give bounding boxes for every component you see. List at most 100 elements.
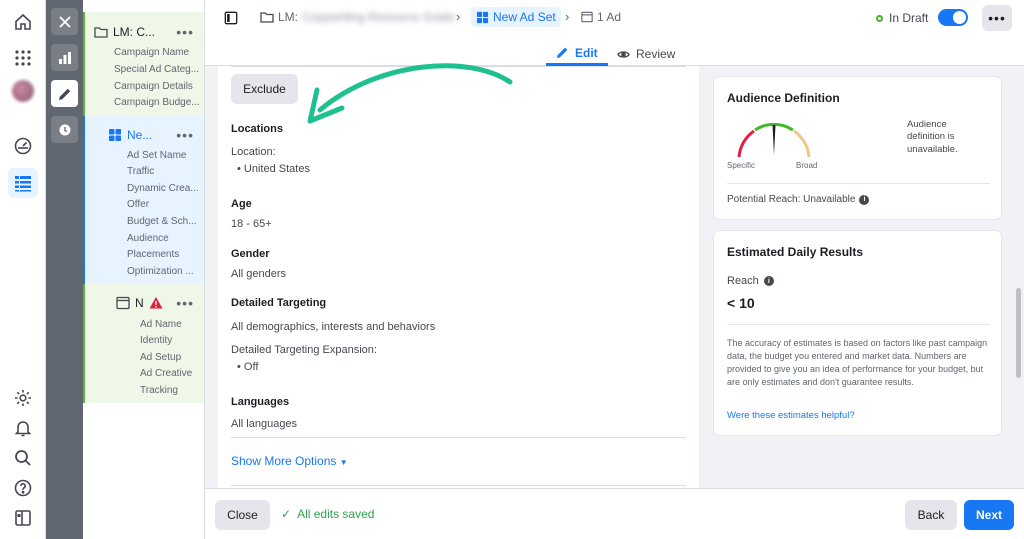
info-icon[interactable]: i — [763, 276, 774, 286]
grid-icon — [109, 129, 121, 141]
tree-ad-title: N — [135, 296, 144, 310]
help-icon[interactable] — [8, 473, 38, 503]
tree-item-optimization[interactable]: Optimization ... — [127, 266, 203, 277]
breadcrumb-ad[interactable]: 1 Ad — [581, 10, 621, 24]
show-more-options-link[interactable]: Show More Options ▼ — [231, 454, 348, 468]
next-button[interactable]: Next — [964, 500, 1014, 530]
draft-status-label: In Draft — [889, 11, 929, 25]
pencil-icon[interactable] — [51, 80, 78, 107]
detailed-targeting-value: All demographics, interests and behavior… — [231, 321, 436, 333]
tab-edit[interactable]: Edit — [546, 42, 608, 66]
tree-item-identity[interactable]: Identity — [140, 335, 202, 346]
tree-item-tracking[interactable]: Tracking — [140, 385, 202, 396]
reach-value: < 10 — [727, 295, 755, 311]
tree-item-ad-setup[interactable]: Ad Setup — [140, 352, 202, 363]
tab-review[interactable]: Review — [617, 42, 675, 66]
gauge-broad-label: Broad — [796, 161, 818, 170]
adset-toggle[interactable] — [938, 9, 968, 26]
save-status: ✓ All edits saved — [281, 507, 374, 521]
exclude-button[interactable]: Exclude — [231, 74, 298, 104]
tree-campaign-section[interactable]: LM: C... ••• Campaign Name Special Ad Ca… — [83, 12, 204, 120]
breadcrumb-adset-label: New Ad Set — [493, 10, 556, 24]
tree-item-dynamic-creative[interactable]: Dynamic Crea... — [127, 183, 203, 194]
tree-item-campaign-details[interactable]: Campaign Details — [114, 81, 202, 92]
tree-item-special-ad-categories[interactable]: Special Ad Categ... — [114, 64, 202, 75]
tree-item-placements[interactable]: Placements — [127, 249, 203, 260]
apps-grid-icon[interactable] — [8, 43, 38, 73]
breadcrumb-adset[interactable]: New Ad Set — [471, 7, 561, 27]
draft-status: In Draft — [876, 11, 928, 25]
close-button[interactable]: Close — [215, 500, 270, 530]
breadcrumb-campaign[interactable]: LM: Copywriting Resource Guide — [260, 10, 455, 24]
tree-ad-more-icon[interactable]: ••• — [176, 295, 194, 311]
tree-item-ad-name[interactable]: Ad Name — [140, 319, 202, 330]
audience-definition-title: Audience Definition — [727, 91, 840, 105]
tree-item-audience[interactable]: Audience — [127, 233, 203, 244]
estimated-results-card: Estimated Daily Results Reach i < 10 The… — [713, 230, 1002, 436]
ad-window-icon — [116, 296, 130, 310]
editor-footer: Close ✓ All edits saved Back Next — [205, 488, 1024, 539]
reach-label-row: Reach i — [727, 275, 774, 287]
dashboard-icon[interactable] — [8, 131, 38, 161]
tree-adset-more-icon[interactable]: ••• — [176, 127, 194, 143]
history-clock-icon[interactable] — [51, 116, 78, 143]
close-icon[interactable] — [51, 8, 78, 35]
gauge-specific-label: Specific — [727, 161, 756, 170]
tree-item-traffic[interactable]: Traffic — [127, 166, 203, 177]
home-icon[interactable] — [8, 7, 38, 37]
pencil-icon — [556, 47, 568, 59]
tree-item-ad-creative[interactable]: Ad Creative — [140, 368, 202, 379]
targeting-expansion-label: Detailed Targeting Expansion: — [231, 344, 377, 356]
languages-value: All languages — [231, 418, 298, 430]
languages-label: Languages — [231, 396, 290, 408]
tree-adset-section[interactable]: Ne... ••• Ad Set Name Traffic Dynamic Cr… — [83, 116, 204, 284]
checkmark-icon: ✓ — [281, 507, 292, 521]
tree-campaign-more-icon[interactable]: ••• — [176, 24, 194, 40]
tree-item-budget-schedule[interactable]: Budget & Sch... — [127, 216, 203, 227]
scrollbar-thumb[interactable] — [1016, 288, 1021, 378]
tree-campaign-header[interactable]: LM: C... — [94, 25, 155, 39]
estimates-feedback-link[interactable]: Were these estimates helpful? — [727, 410, 855, 421]
targeting-expansion-item: • Off — [237, 361, 259, 373]
audience-form: Exclude Locations Location: • United Sta… — [218, 66, 699, 488]
location-sublabel: Location: — [231, 146, 276, 158]
card-divider — [727, 183, 990, 184]
potential-reach-label: Potential Reach: Unavailable — [727, 194, 856, 205]
tree-ad-header[interactable]: N — [116, 296, 163, 310]
ad-window-icon — [581, 11, 593, 23]
table-icon[interactable] — [8, 168, 38, 198]
tree-adset-header[interactable]: Ne... — [108, 128, 152, 142]
tree-item-adset-name[interactable]: Ad Set Name — [127, 150, 203, 161]
bell-icon[interactable] — [8, 413, 38, 443]
campaign-tree: LM: C... ••• Campaign Name Special Ad Ca… — [83, 0, 205, 539]
tree-item-offer[interactable]: Offer — [127, 199, 203, 210]
search-icon[interactable] — [8, 443, 38, 473]
warning-icon — [149, 297, 163, 309]
info-icon[interactable]: i — [859, 194, 870, 205]
settings-icon[interactable] — [8, 383, 38, 413]
tree-adset-title: Ne... — [127, 128, 153, 142]
scrollbar[interactable] — [1013, 66, 1024, 488]
folder-icon — [260, 12, 274, 23]
bar-chart-icon[interactable] — [51, 44, 78, 71]
tree-item-campaign-budget[interactable]: Campaign Budge... — [114, 97, 202, 108]
panel-icon[interactable] — [8, 503, 38, 533]
save-status-label: All edits saved — [297, 507, 375, 521]
tree-campaign-title: LM: C... — [113, 25, 156, 39]
back-button[interactable]: Back — [905, 500, 957, 530]
estimates-accuracy-note: The accuracy of estimates is based on fa… — [727, 338, 988, 388]
show-more-options-label: Show More Options — [231, 454, 337, 468]
sidebar-toggle-icon[interactable] — [219, 6, 243, 30]
status-dot-icon — [876, 14, 883, 22]
reach-label: Reach — [727, 275, 759, 287]
tree-item-campaign-name[interactable]: Campaign Name — [114, 47, 202, 58]
estimated-results-title: Estimated Daily Results — [727, 245, 864, 259]
location-item: • United States — [237, 163, 310, 175]
more-options-button[interactable]: ••• — [982, 5, 1012, 31]
eye-icon — [617, 50, 630, 58]
locations-label: Locations — [231, 123, 283, 135]
tree-ad-section[interactable]: N ••• Ad Name Identity Ad Setup Ad Creat… — [83, 284, 204, 403]
audience-gauge — [737, 122, 811, 158]
tab-review-label: Review — [636, 47, 676, 61]
avatar[interactable] — [12, 80, 34, 102]
